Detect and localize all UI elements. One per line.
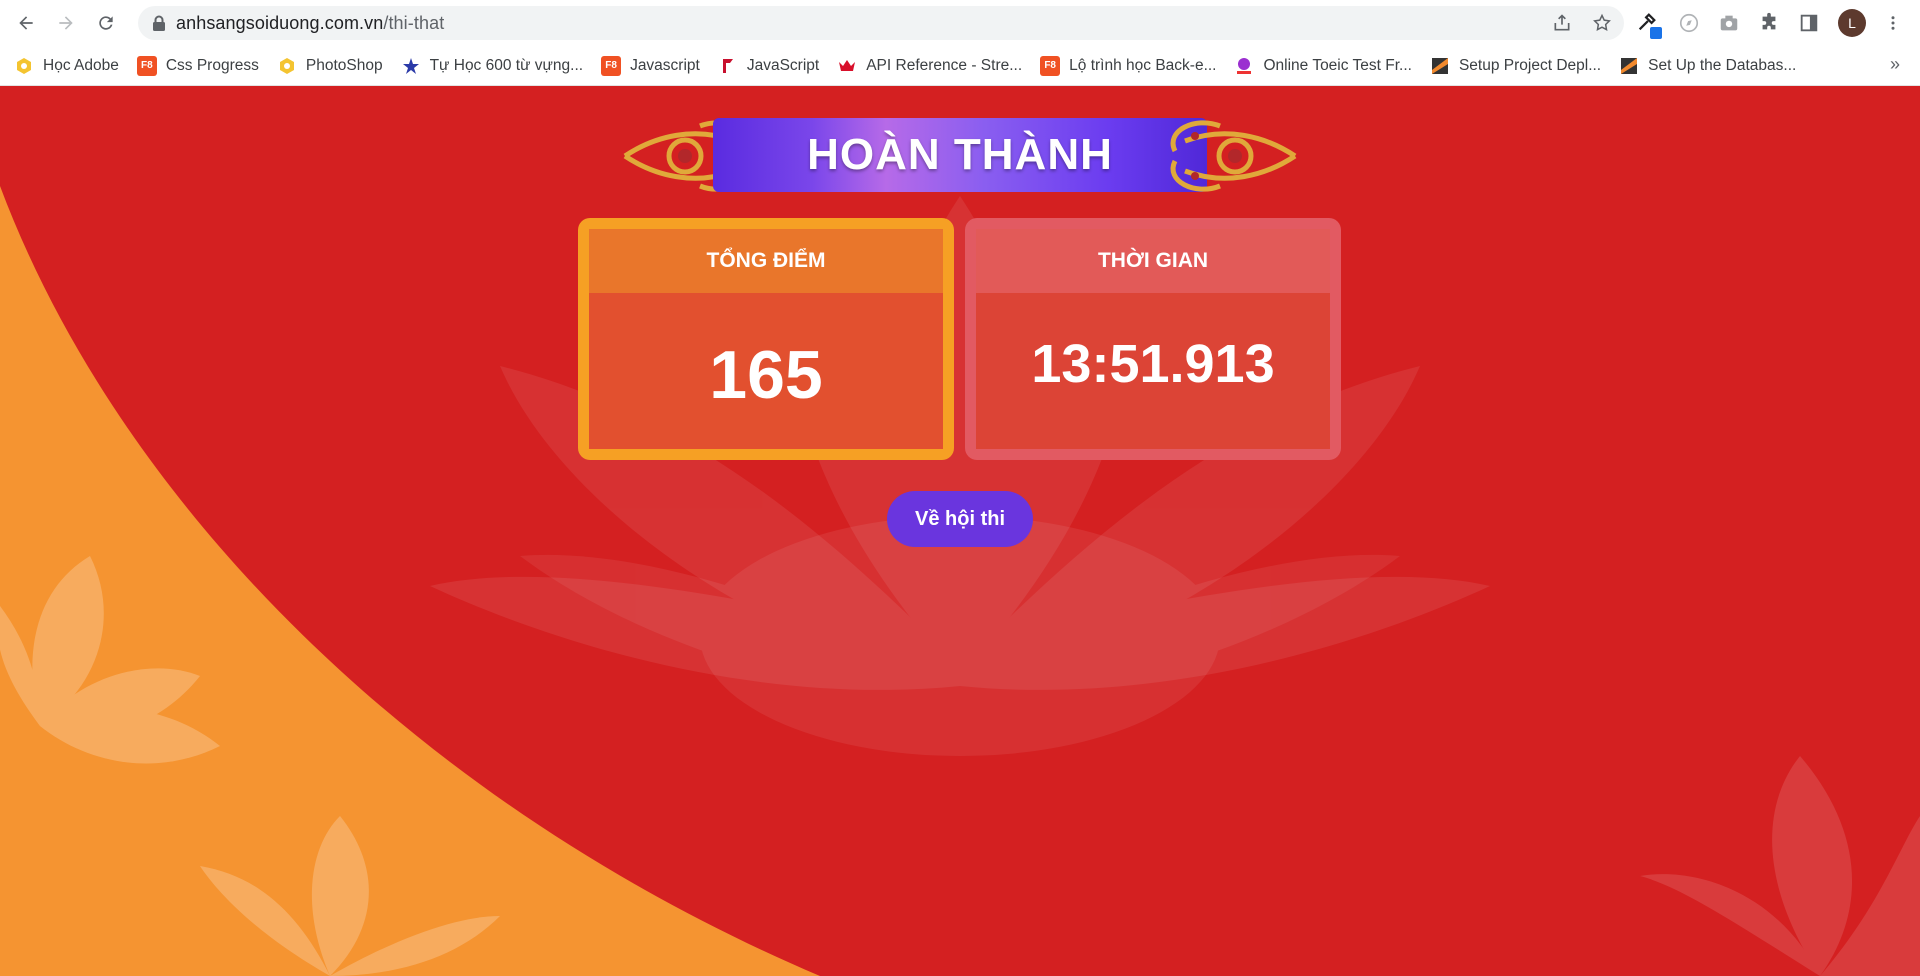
bookmark-star-icon[interactable]: [1592, 13, 1612, 33]
bookmark-item[interactable]: Học Adobe: [14, 56, 119, 76]
back-to-contest-button[interactable]: Về hội thi: [887, 491, 1033, 547]
bookmark-label: Set Up the Databas...: [1648, 56, 1797, 74]
bookmark-label: Setup Project Depl...: [1458, 56, 1602, 74]
page-title: HOÀN THÀNH: [807, 130, 1113, 179]
reload-icon[interactable]: [86, 3, 126, 43]
score-label: TỔNG ĐIỂM: [589, 229, 943, 293]
share-icon[interactable]: [1552, 13, 1572, 33]
bookmark-item[interactable]: Setup Project Depl...: [1430, 56, 1601, 76]
bookmark-label: Lộ trình học Back-e...: [1069, 56, 1217, 74]
url-path: /thi-that: [383, 12, 445, 33]
bookmark-item[interactable]: Online Toeic Test Fr...: [1234, 56, 1412, 76]
gold-ornament-right-icon: [1170, 120, 1297, 192]
eyedropper-extension-icon[interactable]: [1636, 11, 1662, 39]
camera-extension-icon[interactable]: [1718, 12, 1740, 34]
back-arrow-icon[interactable]: [6, 3, 46, 43]
red-flag-icon: [718, 56, 738, 76]
bookmark-label: API Reference - Stre...: [866, 56, 1023, 74]
url-host: anhsangsoiduong.com.vn: [176, 12, 384, 33]
bookmark-label: JavaScript: [746, 56, 820, 74]
compass-extension-icon[interactable]: [1678, 12, 1700, 34]
bookmark-item[interactable]: API Reference - Stre...: [837, 56, 1022, 76]
bookmark-item[interactable]: Tự Học 600 từ vựng...: [401, 56, 583, 76]
bookmark-item[interactable]: Set Up the Databas...: [1619, 56, 1796, 76]
extensions-puzzle-icon[interactable]: [1758, 12, 1780, 34]
lock-icon: [153, 15, 165, 31]
title-banner: HOÀN THÀNH: [615, 106, 1305, 196]
bookmark-item[interactable]: F8 Lộ trình học Back-e...: [1040, 55, 1217, 76]
toeic-icon: [1234, 56, 1254, 76]
crown-icon: [837, 56, 857, 76]
f8-icon: F8: [1040, 55, 1061, 76]
score-card: TỔNG ĐIỂM 165: [578, 218, 954, 460]
bookmark-label: Online Toeic Test Fr...: [1263, 56, 1412, 74]
bookmarks-bar: Học Adobe F8 Css Progress PhotoShop Tự H…: [0, 46, 1920, 86]
bookmark-item[interactable]: JavaScript: [718, 56, 819, 76]
bookmark-item[interactable]: F8 Css Progress: [136, 55, 259, 76]
profile-avatar[interactable]: L: [1838, 9, 1866, 37]
adobe-yellow-icon: [277, 56, 297, 76]
adobe-yellow-icon: [14, 56, 34, 76]
star-runner-icon: [401, 56, 421, 76]
slash-icon: [1430, 56, 1450, 76]
bookmark-label: Học Adobe: [43, 56, 119, 74]
menu-kebab-icon[interactable]: [1884, 12, 1902, 34]
f8-icon: F8: [601, 55, 622, 76]
bookmark-item[interactable]: PhotoShop: [277, 56, 383, 76]
url-text: anhsangsoiduong.com.vn/thi-that: [176, 13, 444, 34]
score-value: 165: [709, 337, 823, 413]
address-bar[interactable]: anhsangsoiduong.com.vn/thi-that: [138, 6, 1624, 40]
time-label: THỜI GIAN: [976, 229, 1330, 293]
title-bar: HOÀN THÀNH: [713, 118, 1207, 192]
side-panel-icon[interactable]: [1798, 12, 1820, 34]
result-page: HOÀN THÀNH TỔNG ĐIỂM 165 THỜI GIAN 13:51…: [0, 86, 1920, 976]
time-card: THỜI GIAN 13:51.913: [965, 218, 1341, 460]
bookmark-item[interactable]: F8 Javascript: [601, 55, 700, 76]
slash-icon: [1619, 56, 1639, 76]
bookmark-label: Css Progress: [165, 56, 259, 74]
f8-icon: F8: [136, 55, 157, 76]
forward-arrow-icon[interactable]: [46, 3, 86, 43]
bookmark-label: PhotoShop: [305, 56, 383, 74]
browser-toolbar: anhsangsoiduong.com.vn/thi-that L: [0, 0, 1920, 46]
bookmark-label: Tự Học 600 từ vựng...: [429, 56, 584, 74]
bookmark-label: Javascript: [630, 56, 700, 74]
bookmarks-overflow-button[interactable]: »: [1890, 54, 1900, 75]
time-value: 13:51.913: [1031, 334, 1275, 394]
